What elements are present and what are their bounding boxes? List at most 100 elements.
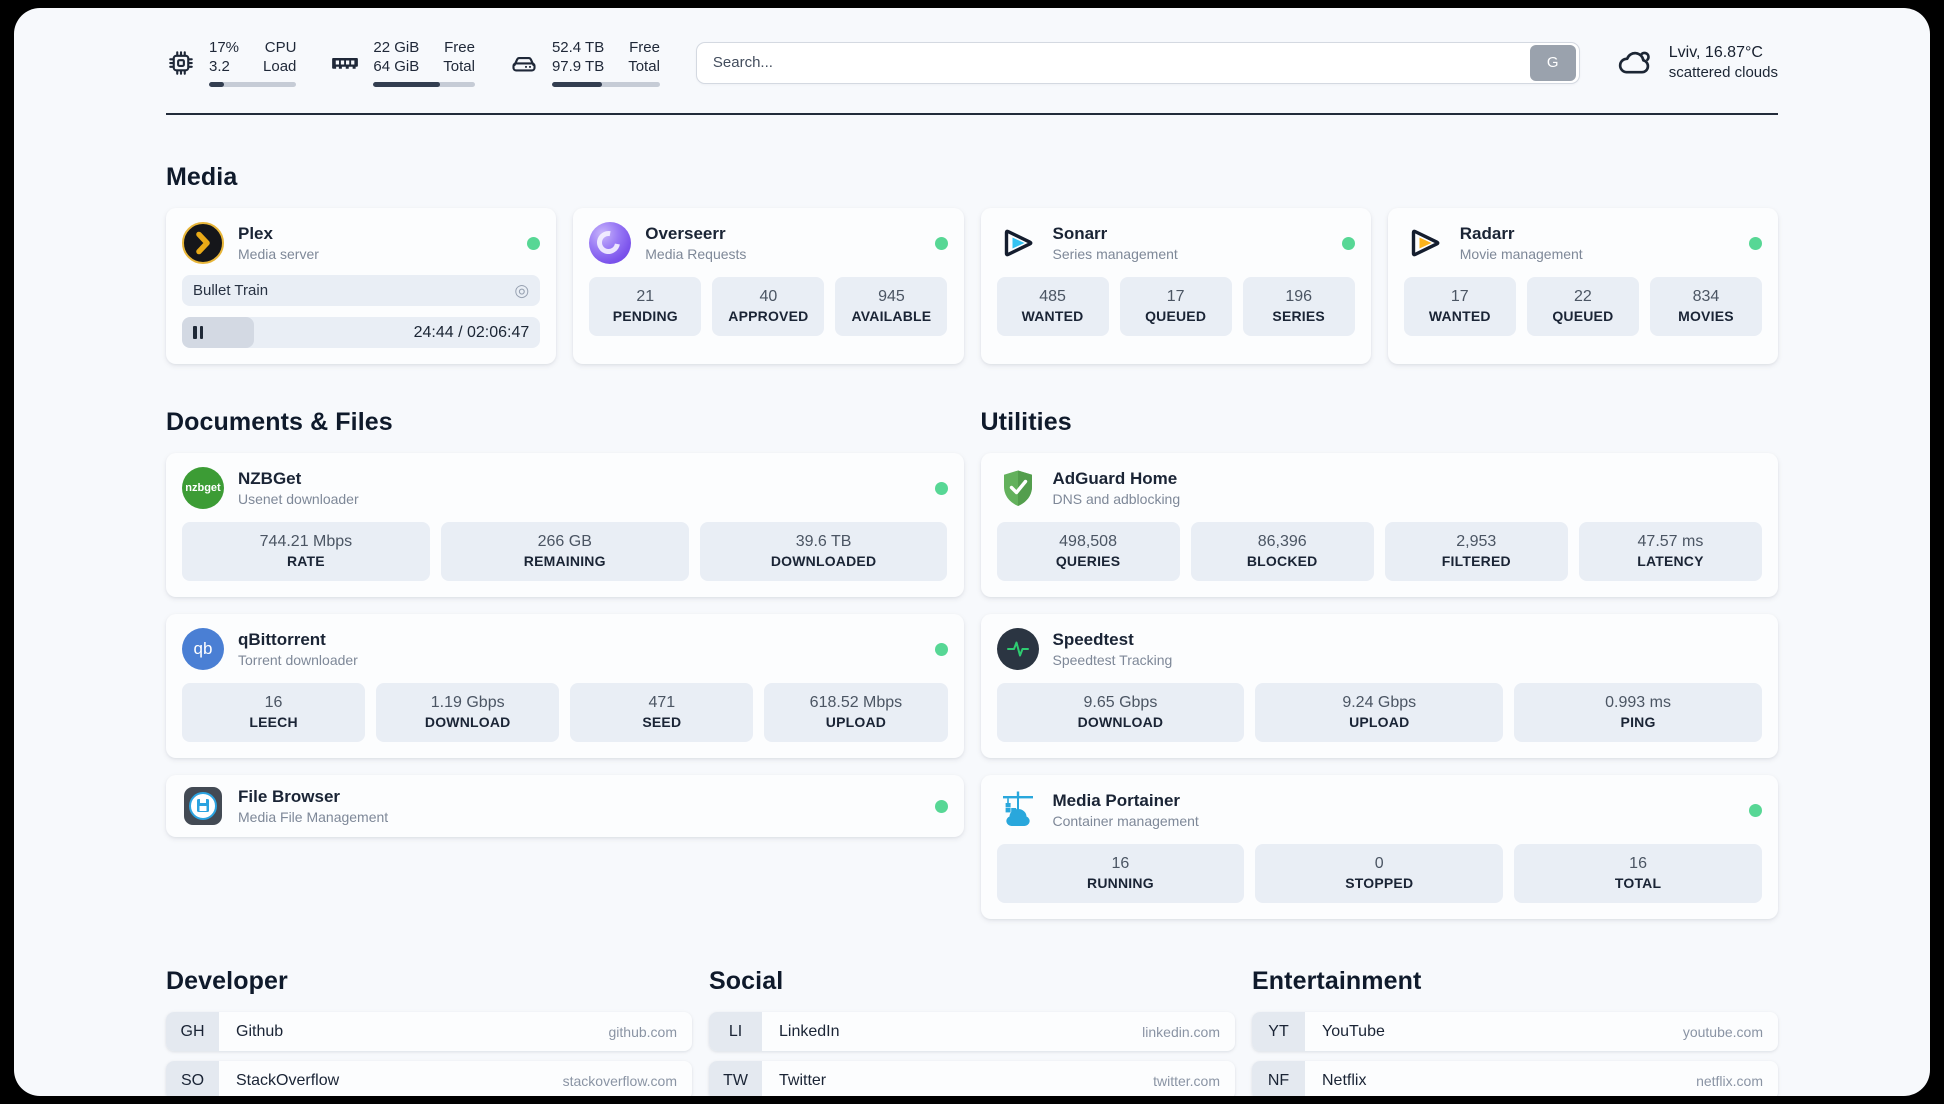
status-dot: [934, 236, 948, 250]
search-bar: G: [695, 41, 1580, 84]
now-playing-row: Bullet Train ◎: [182, 275, 541, 306]
stat-filtered: 2,953 FILTERED: [1384, 522, 1568, 581]
bookmark-domain: stackoverflow.com: [562, 1072, 677, 1089]
overseerr-icon: [589, 222, 632, 264]
memory-total-value: 64 GiB: [373, 58, 420, 75]
stat-queued: 22 QUEUED: [1526, 277, 1639, 336]
cpu-label-2: Load: [263, 58, 297, 75]
bookmark-abbr: NF: [1252, 1061, 1305, 1096]
bookmark-linkedin[interactable]: LI LinkedIn linkedin.com: [709, 1012, 1235, 1051]
bookmark-name: LinkedIn: [779, 1022, 840, 1040]
service-card-overseerr[interactable]: Overseerr Media Requests 21 PENDING 40 A…: [573, 208, 964, 364]
section-title-social: Social: [709, 967, 784, 995]
stat-available: 945 AVAILABLE: [835, 277, 948, 336]
qbittorrent-icon: qb: [182, 628, 224, 670]
service-card-plex[interactable]: Plex Media server Bullet Train ◎ 24:44 /…: [166, 208, 557, 364]
stat-remaining: 266 GB REMAINING: [440, 522, 689, 581]
radarr-icon: [1404, 222, 1446, 264]
cpu-load-value: 3.2: [209, 58, 230, 75]
service-subtitle: Usenet downloader: [238, 491, 359, 507]
disk-icon: [509, 48, 539, 78]
search-input[interactable]: [696, 54, 1527, 71]
stat-latency: 47.57 ms LATENCY: [1578, 522, 1762, 581]
bookmark-name: Twitter: [779, 1071, 827, 1089]
top-bar: 17% CPU 3.2 Load 22 GiB Free 64 GiB Tota…: [166, 38, 1778, 87]
service-card-adguard[interactable]: AdGuard Home DNS and adblocking 498,508 …: [980, 453, 1778, 597]
bookmark-name: Netflix: [1322, 1071, 1367, 1089]
stat-downloaded: 39.6 TB DOWNLOADED: [699, 522, 948, 581]
bookmark-abbr: SO: [166, 1061, 219, 1096]
cpu-usage-percent: 17%: [209, 39, 240, 56]
bookmark-abbr: YT: [1252, 1012, 1305, 1051]
bookmark-twitter[interactable]: TW Twitter twitter.com: [709, 1061, 1235, 1096]
bookmark-github[interactable]: GH Github github.com: [166, 1012, 692, 1051]
service-subtitle: DNS and adblocking: [1052, 491, 1181, 507]
player-row: 24:44 / 02:06:47: [182, 317, 541, 348]
stat-queries: 498,508 QUERIES: [996, 522, 1180, 581]
stat-ping: 0.993 ms PING: [1514, 683, 1762, 742]
service-subtitle: Container management: [1052, 813, 1199, 829]
cloud-icon: [1616, 43, 1656, 83]
sonarr-icon: [997, 222, 1039, 264]
stat-rate: 744.21 Mbps RATE: [182, 522, 430, 581]
memory-icon: [330, 48, 360, 78]
service-name: Media Portainer: [1052, 791, 1181, 810]
speedtest-icon: [996, 628, 1039, 670]
service-name: Plex: [238, 224, 273, 243]
portainer-icon: [997, 789, 1039, 831]
service-name: Radarr: [1459, 224, 1515, 243]
bookmark-abbr: LI: [709, 1012, 762, 1051]
status-dot: [1749, 803, 1762, 817]
section-title-developer: Developer: [166, 967, 288, 995]
bookmark-stackoverflow[interactable]: SO StackOverflow stackoverflow.com: [166, 1061, 692, 1096]
service-name: File Browser: [238, 787, 341, 806]
stat-stopped: 0 STOPPED: [1255, 844, 1504, 903]
header-divider: [166, 113, 1778, 115]
pause-icon[interactable]: [193, 326, 203, 339]
service-subtitle: Media Requests: [645, 246, 747, 262]
stat-wanted: 485 WANTED: [996, 277, 1109, 336]
service-subtitle: Speedtest Tracking: [1052, 652, 1173, 668]
resource-widgets: 17% CPU 3.2 Load 22 GiB Free 64 GiB Tota…: [166, 38, 660, 87]
cpu-label-1: CPU: [264, 39, 297, 56]
status-dot: [1749, 236, 1762, 250]
nzbget-icon: nzbget: [182, 467, 224, 509]
service-card-nzbget[interactable]: nzbget NZBGet Usenet downloader 744.21 M…: [166, 453, 964, 597]
service-name: Overseerr: [645, 224, 726, 243]
playback-time: 24:44 / 02:06:47: [413, 323, 530, 341]
service-card-sonarr[interactable]: Sonarr Series management 485 WANTED 17 Q…: [980, 208, 1371, 364]
disk-widget: 52.4 TB Free 97.9 TB Total: [509, 38, 660, 87]
bookmark-domain: github.com: [608, 1023, 677, 1040]
disk-label-1: Free: [629, 39, 660, 56]
service-subtitle: Torrent downloader: [238, 652, 358, 668]
bookmark-domain: netflix.com: [1696, 1072, 1763, 1089]
status-dot: [1341, 236, 1355, 250]
cpu-progress-bar: [209, 82, 297, 87]
service-card-qbittorrent[interactable]: qb qBittorrent Torrent downloader 16 LEE…: [166, 614, 964, 758]
stat-upload: 9.24 Gbps UPLOAD: [1255, 683, 1504, 742]
stat-running: 16 RUNNING: [996, 844, 1245, 903]
weather-widget: Lviv, 16.87°C scattered clouds: [1616, 42, 1778, 83]
stat-approved: 40 APPROVED: [712, 277, 825, 336]
stat-download: 9.65 Gbps DOWNLOAD: [996, 683, 1245, 742]
now-playing-view-icon[interactable]: ◎: [514, 282, 529, 299]
service-name: AdGuard Home: [1052, 469, 1178, 488]
service-name: qBittorrent: [238, 630, 326, 649]
stat-blocked: 86,396 BLOCKED: [1190, 522, 1374, 581]
service-subtitle: Media File Management: [238, 809, 389, 825]
service-card-portainer[interactable]: Media Portainer Container management 16 …: [980, 775, 1778, 919]
now-playing-title: Bullet Train: [193, 282, 269, 299]
bookmark-domain: twitter.com: [1153, 1072, 1220, 1089]
service-card-speedtest[interactable]: Speedtest Speedtest Tracking 9.65 Gbps D…: [980, 614, 1778, 758]
bookmark-netflix[interactable]: NF Netflix netflix.com: [1252, 1061, 1778, 1096]
search-provider-button[interactable]: G: [1529, 44, 1576, 81]
weather-condition: scattered clouds: [1668, 64, 1778, 81]
bookmark-youtube[interactable]: YT YouTube youtube.com: [1252, 1012, 1778, 1051]
memory-progress-bar: [373, 82, 475, 87]
bookmark-domain: youtube.com: [1682, 1023, 1763, 1040]
service-card-filebrowser[interactable]: File Browser Media File Management: [166, 775, 964, 837]
service-card-radarr[interactable]: Radarr Movie management 17 WANTED 22 QUE…: [1387, 208, 1778, 364]
memory-label-1: Free: [444, 39, 475, 56]
stat-series: 196 SERIES: [1242, 277, 1355, 336]
disk-progress-bar: [551, 82, 660, 87]
